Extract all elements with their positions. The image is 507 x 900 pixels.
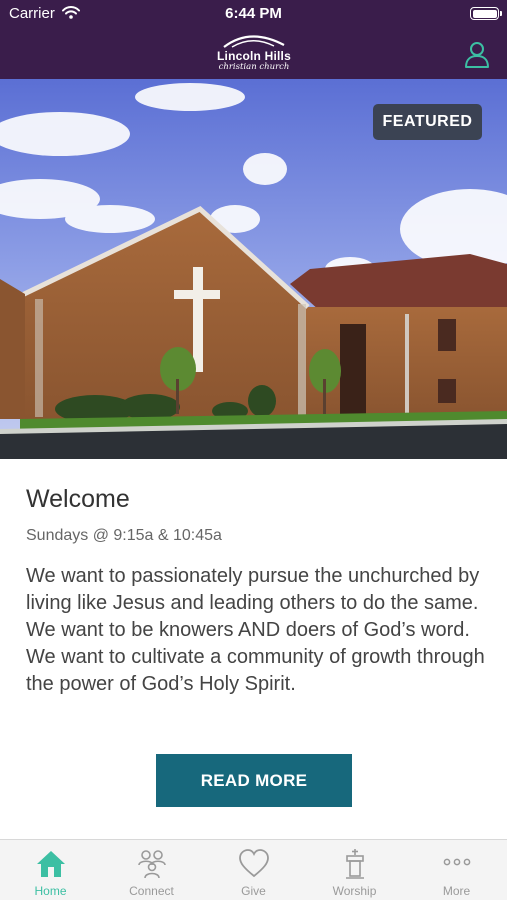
tab-home[interactable]: Home [0, 840, 101, 900]
logo-subtitle: christian church [218, 62, 290, 72]
logo-name: Lincoln Hills [217, 49, 291, 63]
tab-label: Connect [129, 884, 174, 898]
house-icon [37, 851, 65, 877]
podium-icon [346, 849, 364, 879]
top-bar: Carrier 6:44 PM Lincoln Hills christian … [0, 0, 507, 79]
tab-give[interactable]: Give [203, 840, 304, 900]
tab-worship[interactable]: Worship [304, 840, 405, 900]
tab-bar: Home Connect Give Worship More [0, 839, 507, 900]
roof-arc-icon [223, 35, 285, 48]
welcome-title: Welcome [26, 485, 130, 513]
service-schedule: Sundays @ 9:15a & 10:45a [26, 527, 222, 544]
mission-statement: We want to passionately pursue the unchu… [26, 565, 485, 695]
tab-more[interactable]: More [406, 840, 507, 900]
welcome-card: Welcome Sundays @ 9:15a & 10:45a We want… [0, 459, 507, 839]
church-logo[interactable]: Lincoln Hills christian church [204, 31, 304, 75]
tab-label: Home [34, 884, 67, 898]
status-time: 6:44 PM [225, 5, 282, 22]
featured-badge: FEATURED [373, 104, 482, 140]
tab-connect[interactable]: Connect [101, 840, 202, 900]
battery-icon [470, 7, 502, 20]
tab-label: Give [241, 884, 266, 898]
read-more-button[interactable]: READ MORE [156, 754, 352, 807]
people-icon [138, 850, 166, 879]
user-profile-icon[interactable] [463, 40, 491, 68]
tab-label: Worship [332, 884, 377, 898]
ellipsis-icon [443, 858, 471, 866]
tab-label: More [442, 884, 471, 898]
status-bar: Carrier 6:44 PM [0, 0, 507, 28]
heart-icon [239, 849, 269, 878]
